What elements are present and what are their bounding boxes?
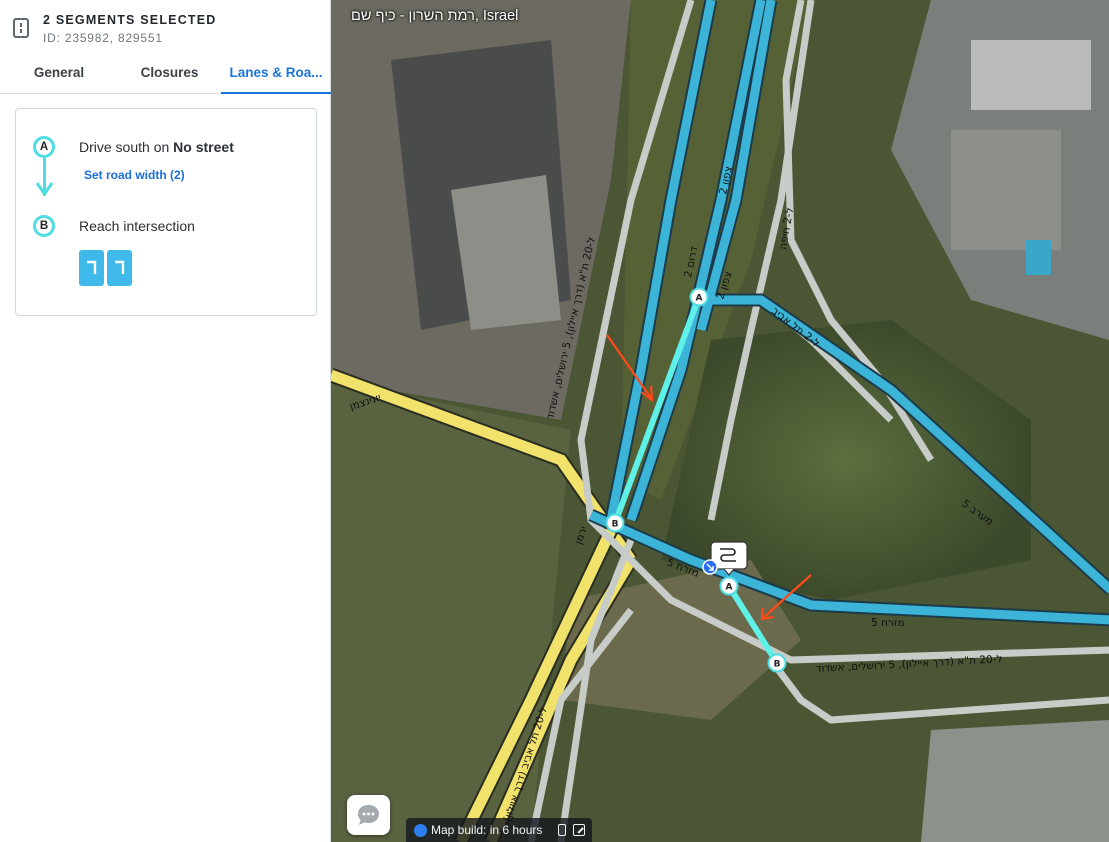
map-location: רמת השרון - כיף שם, Israel [351,8,519,24]
satellite-map[interactable]: יונינצמן ל-20 ת"א (דרך איילון), 5 ירושלי… [331,0,1109,842]
drive-direction-text: Drive south on No street [79,139,234,155]
turn-left-arrow-icon [87,260,97,274]
lane-guidance-card: A B Drive south on No street Set road wi… [15,108,317,316]
external-link-icon[interactable] [573,824,585,836]
svg-text:B: B [774,660,781,670]
map-build-status-bar: Map build: in 6 hours [406,818,592,842]
turn-left-arrow-icon [115,260,125,274]
node-b-badge: B [33,215,55,237]
tab-general[interactable]: General [0,56,118,94]
lane-button-2[interactable] [107,250,132,286]
building-roof [971,40,1091,110]
turn-pin-icon[interactable] [702,559,718,575]
marker-b-east[interactable]: B [767,653,787,673]
svg-text:B: B [612,520,619,530]
node-a-badge: A [33,136,55,158]
drive-direction-prefix: Drive south on [79,139,174,155]
marker-b-north[interactable]: B [605,513,625,533]
svg-text:A: A [726,583,733,593]
segment-icon [13,18,29,38]
pool [1026,240,1051,275]
down-arrow-icon [35,182,54,196]
tab-lanes-roads[interactable]: Lanes & Roa... [221,56,331,94]
selection-title: 2 SEGMENTS SELECTED [43,13,217,27]
check-circle-icon [414,824,427,837]
parking-lot [951,130,1061,250]
chat-button[interactable] [347,795,390,835]
chat-bubble-icon [358,805,379,825]
map-canvas[interactable]: יונינצמן ל-20 ת"א (דרך איילון), 5 ירושלי… [331,0,1109,842]
panel-tabs: General Closures Lanes & Roa... [0,56,331,94]
road-label: 5 מזרח [871,617,905,629]
marker-a-east[interactable]: A [719,576,739,596]
map-build-status: Map build: in 6 hours [431,823,543,837]
edit-panel: 2 SEGMENTS SELECTED ID: 235982, 829551 G… [0,0,331,842]
reach-intersection-text: Reach intersection [79,218,195,234]
segment-ids: ID: 235982, 829551 [43,31,163,45]
selection-header: 2 SEGMENTS SELECTED ID: 235982, 829551 [0,0,331,52]
parking-lot-south [921,720,1109,842]
mobile-icon[interactable] [558,824,566,836]
svg-text:A: A [696,294,703,304]
marker-a-north[interactable]: A [689,287,709,307]
lane-button-1[interactable] [79,250,104,286]
street-name: No street [173,139,234,155]
tab-closures[interactable]: Closures [118,56,221,94]
set-road-width-link[interactable]: Set road width (2) [84,168,185,182]
